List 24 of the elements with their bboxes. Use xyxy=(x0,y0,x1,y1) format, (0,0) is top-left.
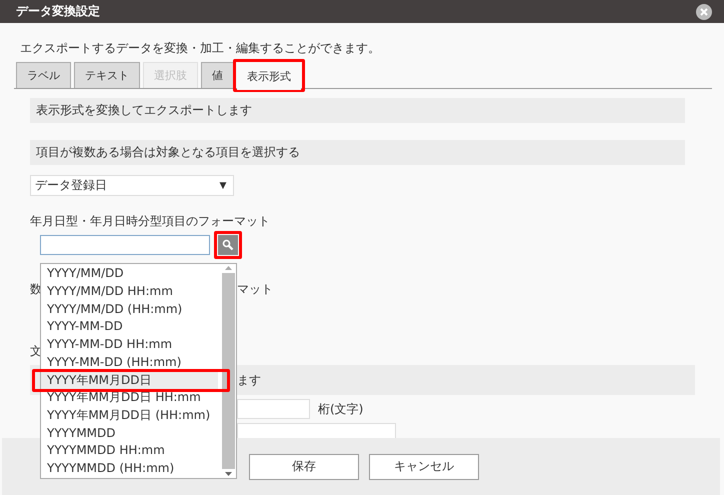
label-text: 文 xyxy=(30,344,42,358)
close-icon[interactable] xyxy=(696,4,712,20)
dialog-button[interactable]: 保存 xyxy=(249,454,359,480)
format-input[interactable] xyxy=(40,235,210,255)
label-text: 数 xyxy=(30,282,42,296)
tab[interactable]: ラベル xyxy=(16,62,71,88)
search-icon xyxy=(222,239,234,251)
label-text: 桁(文字) xyxy=(318,400,364,418)
search-button[interactable] xyxy=(218,235,238,255)
description-text: エクスポートするデータを変換・加工・編集することができます。 xyxy=(20,40,381,56)
format-label: 年月日型・年月日時分型項目のフォーマット xyxy=(30,213,271,229)
label-text: ます xyxy=(237,372,261,388)
scrollbar[interactable] xyxy=(221,264,236,478)
input-field[interactable] xyxy=(237,399,310,419)
input-field[interactable] xyxy=(237,423,396,438)
target-select[interactable]: データ登録日 ▼ xyxy=(30,175,234,196)
label-text: マット xyxy=(237,280,273,298)
window-title: データ変換設定 xyxy=(16,3,100,20)
tab[interactable]: テキスト xyxy=(74,62,140,88)
target-bar: 項目が複数ある場合は対象となる項目を選択する xyxy=(30,140,685,165)
list-item[interactable]: YYYY年MM月DD日 xyxy=(41,372,218,390)
dialog-button[interactable]: キャンセル xyxy=(369,454,479,480)
tab[interactable]: 値 xyxy=(201,62,234,88)
info-bar: 表示形式を変換してエクスポートします xyxy=(30,98,685,123)
